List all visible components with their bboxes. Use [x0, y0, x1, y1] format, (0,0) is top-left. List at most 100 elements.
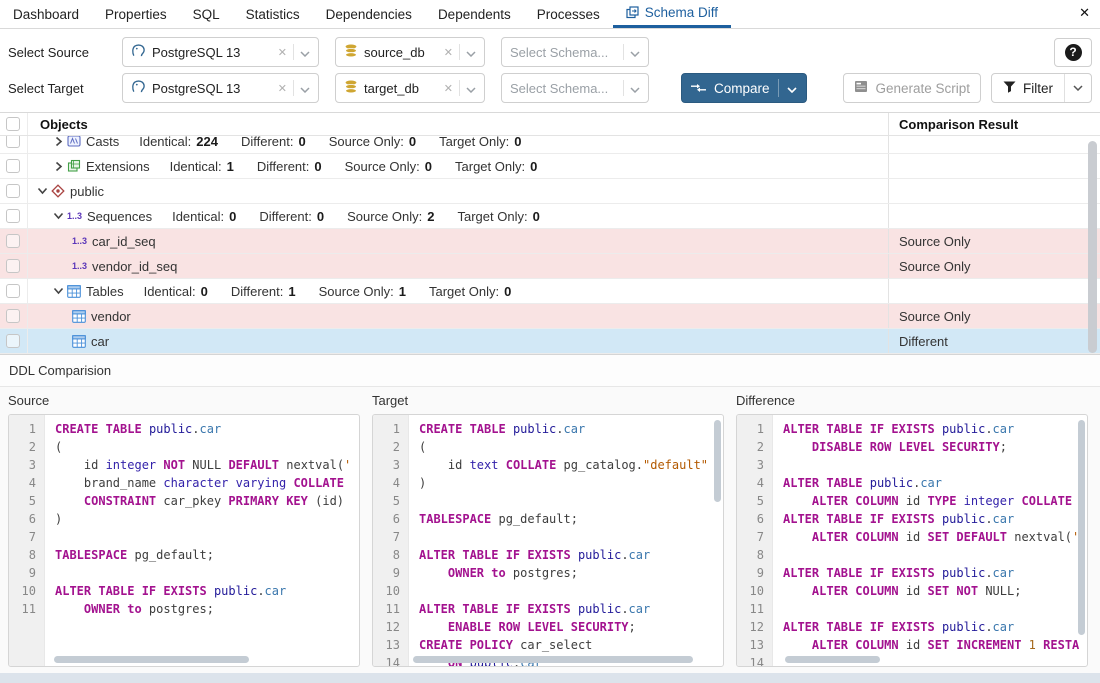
- source-server-select[interactable]: PostgreSQL 13 ✕: [122, 37, 319, 67]
- tab-sql[interactable]: SQL: [180, 0, 233, 28]
- schema-diff-toolbar: Select Source PostgreSQL 13 ✕ source_db …: [0, 29, 1100, 113]
- chevron-down-icon[interactable]: [50, 287, 67, 295]
- sequence-icon: 1..3: [72, 236, 87, 246]
- source-pane-header: Source: [8, 393, 372, 408]
- target-pane-header: Target: [372, 393, 736, 408]
- comparison-result-cell: Source Only: [888, 229, 1080, 253]
- target-schema-select[interactable]: Select Schema...: [501, 73, 649, 103]
- comparison-result-column-header[interactable]: Comparison Result: [888, 113, 1080, 135]
- difference-vertical-scrollbar[interactable]: [1078, 420, 1085, 635]
- tree-row-public-schema[interactable]: public: [0, 179, 1100, 204]
- tree-node-label: public: [70, 184, 104, 199]
- chevron-down-icon[interactable]: [50, 212, 67, 220]
- chevron-right-icon[interactable]: [50, 161, 67, 172]
- tree-row-vendor-table[interactable]: vendor Source Only: [0, 304, 1100, 329]
- chevron-down-icon[interactable]: [34, 187, 51, 195]
- chevron-down-icon[interactable]: [466, 45, 476, 60]
- tree-row-car-table[interactable]: car Different: [0, 329, 1100, 354]
- source-schema-select[interactable]: Select Schema...: [501, 37, 649, 67]
- tree-node-label: car_id_seq: [92, 234, 156, 249]
- row-checkbox[interactable]: [6, 136, 20, 148]
- row-checkbox[interactable]: [6, 284, 20, 298]
- source-schema-placeholder: Select Schema...: [510, 45, 617, 60]
- comparison-result-cell: [888, 204, 1080, 228]
- chevron-down-icon[interactable]: [466, 81, 476, 96]
- tab-label: Processes: [537, 7, 600, 22]
- tab-dashboard[interactable]: Dashboard: [0, 0, 92, 28]
- tab-statistics[interactable]: Statistics: [233, 0, 313, 28]
- row-checkbox[interactable]: [6, 234, 20, 248]
- target-vertical-scrollbar[interactable]: [714, 420, 721, 502]
- select-all-checkbox[interactable]: [6, 117, 20, 131]
- tab-processes[interactable]: Processes: [524, 0, 613, 28]
- compare-label: Compare: [714, 81, 770, 96]
- difference-ddl-code: 1ALTER TABLE IF EXISTS public.car2 DISAB…: [737, 415, 1087, 666]
- difference-ddl-editor[interactable]: 1ALTER TABLE IF EXISTS public.car2 DISAB…: [736, 414, 1088, 667]
- schema-diff-icon: [626, 6, 639, 19]
- source-ddl-editor[interactable]: 1CREATE TABLE public.car2(3 id integer N…: [8, 414, 360, 667]
- target-ddl-editor[interactable]: 1CREATE TABLE public.car2(3 id text COLL…: [372, 414, 724, 667]
- close-icon[interactable]: ✕: [1079, 6, 1090, 19]
- row-checkbox[interactable]: [6, 209, 20, 223]
- tables-icon: [67, 285, 81, 298]
- target-database-select[interactable]: target_db ✕: [335, 73, 485, 103]
- tab-dependents[interactable]: Dependents: [425, 0, 524, 28]
- row-checkbox[interactable]: [6, 309, 20, 323]
- grid-header-row: Objects Comparison Result: [0, 113, 1100, 136]
- row-checkbox[interactable]: [6, 159, 20, 173]
- target-database-value: target_db: [364, 81, 438, 96]
- sequence-icon: 1..3: [72, 261, 87, 271]
- tab-label: Statistics: [246, 7, 300, 22]
- tab-dependencies[interactable]: Dependencies: [313, 0, 425, 28]
- chevron-down-icon[interactable]: [787, 81, 797, 96]
- source-horizontal-scrollbar[interactable]: [54, 656, 249, 663]
- filter-button[interactable]: Filter: [992, 74, 1064, 102]
- divider: [293, 44, 294, 60]
- tree-row-car-id-seq[interactable]: 1..3 car_id_seq Source Only: [0, 229, 1100, 254]
- chevron-down-icon[interactable]: [630, 81, 640, 96]
- clear-icon[interactable]: ✕: [444, 82, 453, 95]
- row-checkbox[interactable]: [6, 184, 20, 198]
- tab-properties[interactable]: Properties: [92, 0, 180, 28]
- target-server-select[interactable]: PostgreSQL 13 ✕: [122, 73, 319, 103]
- tree-row-extensions[interactable]: Extensions Identical:1 Different:0 Sourc…: [0, 154, 1100, 179]
- tree-row-vendor-id-seq[interactable]: 1..3 vendor_id_seq Source Only: [0, 254, 1100, 279]
- help-button[interactable]: ?: [1054, 38, 1092, 67]
- source-ddl-code: 1CREATE TABLE public.car2(3 id integer N…: [9, 415, 359, 666]
- extensions-icon: [67, 159, 81, 173]
- filter-dropdown-chevron[interactable]: [1064, 74, 1091, 102]
- row-checkbox[interactable]: [6, 259, 20, 273]
- difference-horizontal-scrollbar[interactable]: [785, 656, 880, 663]
- ddl-comparison-header: DDL Comparision: [0, 355, 1100, 387]
- chevron-down-icon[interactable]: [630, 45, 640, 60]
- chevron-down-icon[interactable]: [300, 81, 310, 96]
- row-checkbox[interactable]: [6, 334, 20, 348]
- clear-icon[interactable]: ✕: [278, 46, 287, 59]
- generate-script-button[interactable]: Generate Script: [843, 73, 981, 103]
- tree-node-label: car: [91, 334, 109, 349]
- ddl-comparison-title: DDL Comparision: [9, 363, 111, 378]
- tree-row-tables[interactable]: Tables Identical:0 Different:1 Source On…: [0, 279, 1100, 304]
- ddl-panes: 1CREATE TABLE public.car2(3 id integer N…: [0, 414, 1100, 667]
- grid-vertical-scrollbar[interactable]: [1088, 141, 1097, 353]
- comparison-result-cell: Source Only: [888, 304, 1080, 328]
- tree-row-casts[interactable]: Casts Identical:224 Different:0 Source O…: [0, 136, 1100, 154]
- tree-node-label: vendor: [91, 309, 131, 324]
- clear-icon[interactable]: ✕: [444, 46, 453, 59]
- source-database-select[interactable]: source_db ✕: [335, 37, 485, 67]
- objects-column-header[interactable]: Objects: [28, 113, 888, 135]
- compare-button[interactable]: Compare: [681, 73, 807, 103]
- divider: [459, 80, 460, 96]
- target-horizontal-scrollbar[interactable]: [413, 656, 693, 663]
- source-database-value: source_db: [364, 45, 438, 60]
- tab-schema-diff[interactable]: Schema Diff: [613, 0, 731, 28]
- window-bottom-strip: [0, 673, 1100, 683]
- chevron-down-icon[interactable]: [300, 45, 310, 60]
- clear-icon[interactable]: ✕: [278, 82, 287, 95]
- comparison-counts: Identical:0 Different:1 Source Only:1 Ta…: [144, 284, 512, 299]
- tree-row-sequences[interactable]: 1..3 Sequences Identical:0 Different:0 S…: [0, 204, 1100, 229]
- chevron-right-icon[interactable]: [50, 136, 67, 147]
- target-server-value: PostgreSQL 13: [152, 81, 272, 96]
- generate-script-label: Generate Script: [875, 81, 970, 96]
- tree-node-label: Sequences: [87, 209, 152, 224]
